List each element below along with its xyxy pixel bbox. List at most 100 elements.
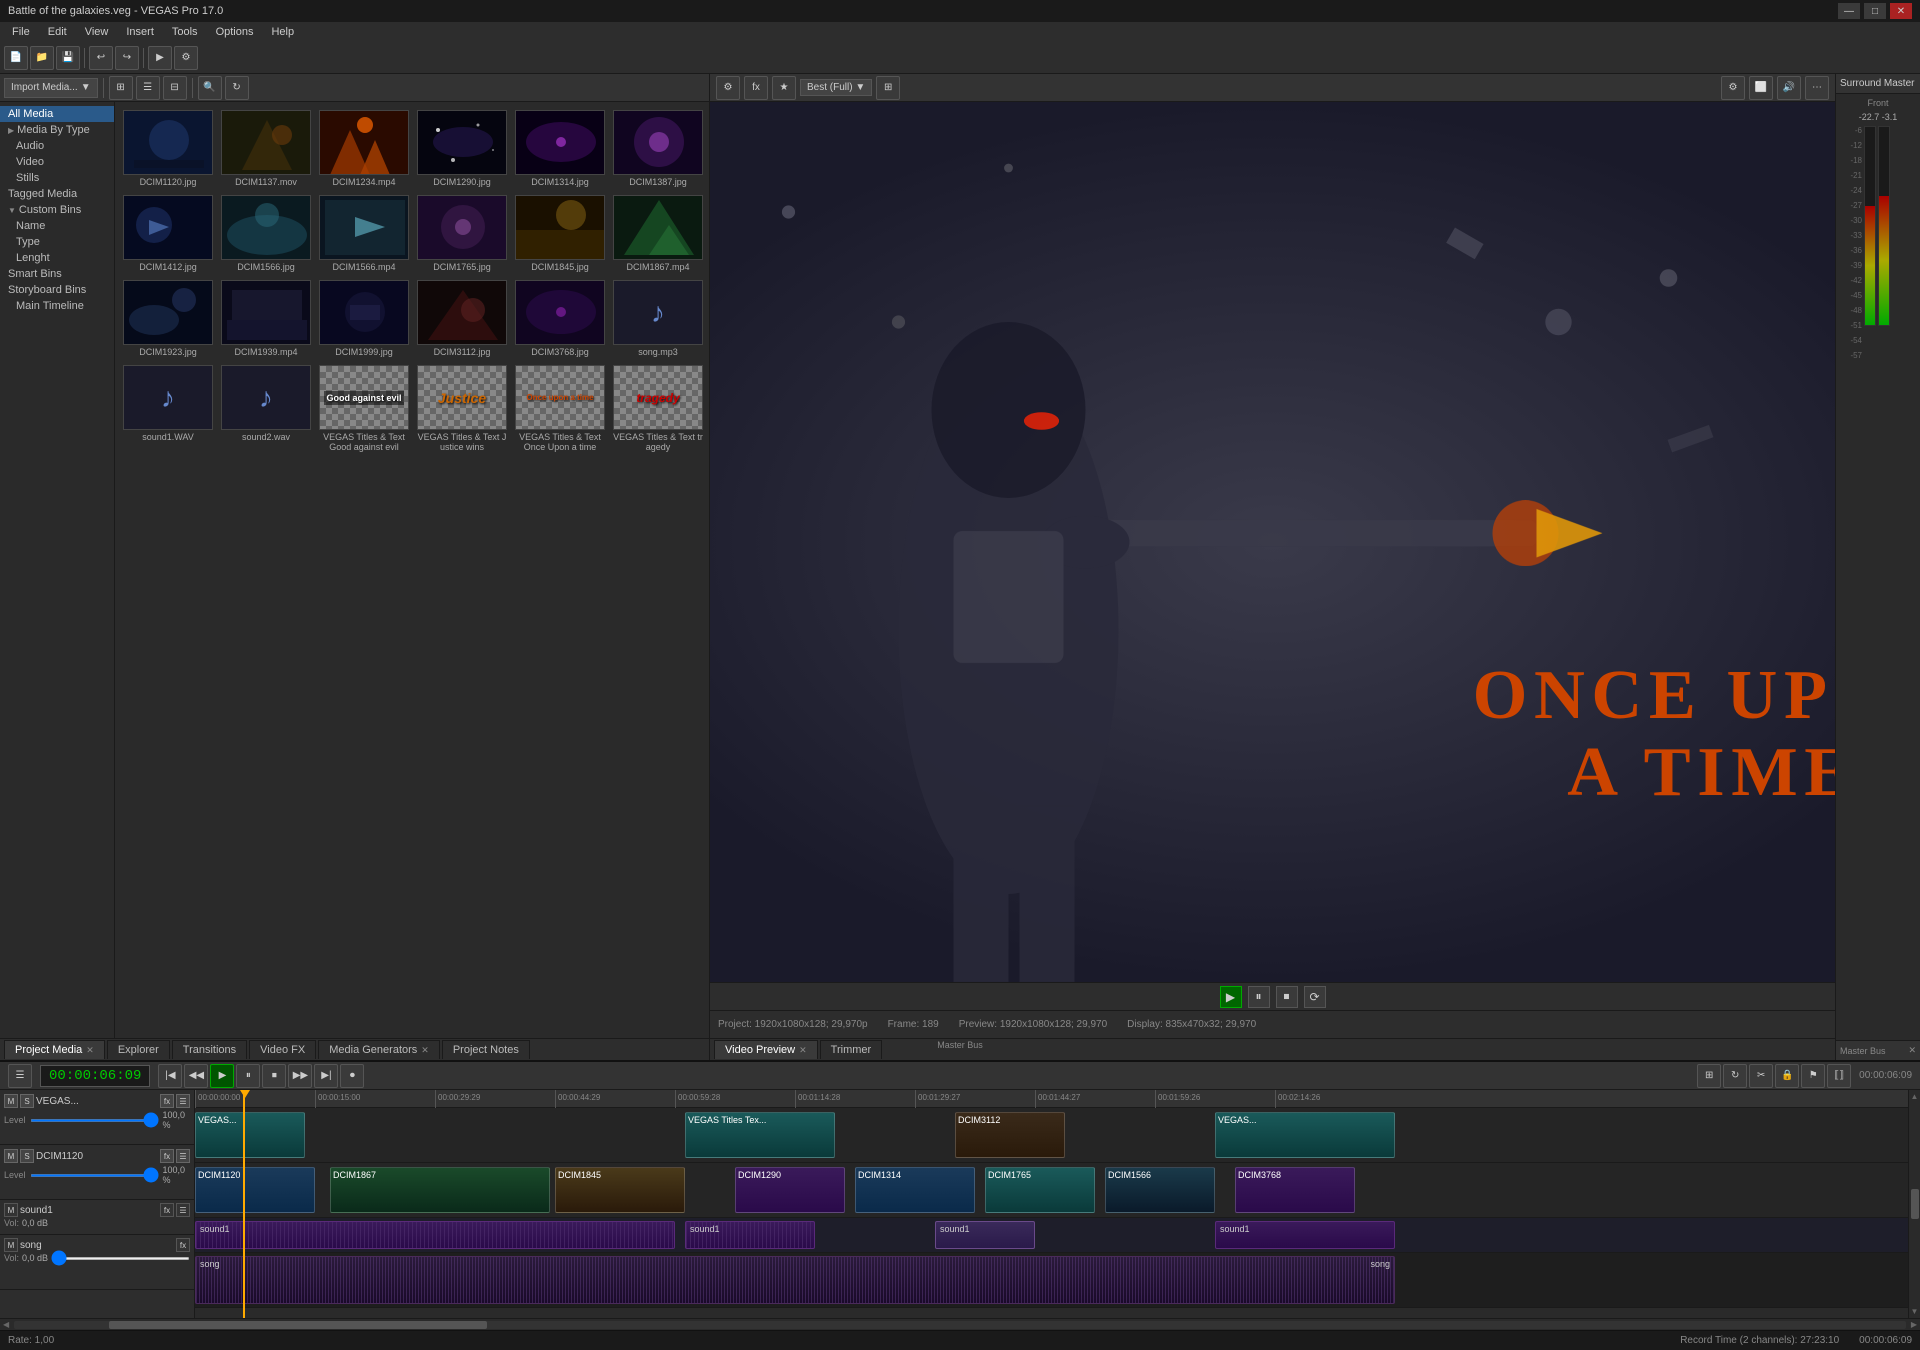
tree-stills[interactable]: Stills [0,170,114,186]
track2-level-slider[interactable] [30,1174,159,1177]
track1-level-slider[interactable] [30,1119,159,1122]
media-item-dcim1412[interactable]: DCIM1412.jpg [123,195,213,272]
tree-tagged-media[interactable]: Tagged Media [0,186,114,202]
menu-options[interactable]: Options [208,24,262,40]
audio1-settings-btn[interactable]: ☰ [176,1203,190,1217]
audio-clip1[interactable]: sound1 [195,1221,675,1249]
hscroll-thumb[interactable] [109,1321,487,1329]
tl-loop-btn[interactable]: ↻ [1723,1064,1747,1088]
media-item-dcim1867[interactable]: DCIM1867.mp4 [613,195,703,272]
tl-record-btn[interactable]: ⏺ [340,1064,364,1088]
preview-settings-btn2[interactable]: ⚙ [1721,76,1745,100]
scroll-down-btn[interactable]: ▼ [1911,1307,1919,1316]
tl-fwd-btn[interactable]: ▶▶ [288,1064,312,1088]
tree-name[interactable]: Name [0,218,114,234]
timeline-scrollbar-v[interactable]: ▲ ▼ [1908,1090,1920,1318]
audio1-mute-btn[interactable]: M [4,1203,18,1217]
clip-dcim3112[interactable]: DCIM3112 [955,1112,1065,1158]
tl-region-btn[interactable]: ⟦⟧ [1827,1064,1851,1088]
import-media-button[interactable]: Import Media... ▼ [4,78,98,98]
render-button[interactable]: ▶ [148,46,172,70]
clip-dcim1845[interactable]: DCIM1845 [555,1167,685,1213]
audio-clip3[interactable]: sound1 [935,1221,1035,1249]
track2-mute-btn[interactable]: M [4,1149,18,1163]
media-item-dcim1845[interactable]: DCIM1845.jpg [515,195,605,272]
media-item-dcim1566[interactable]: DCIM1566.jpg [221,195,311,272]
media-item-title-good[interactable]: Good against evil VEGAS Titles & Text Go… [319,365,409,452]
media-view-btn3[interactable]: ⊟ [163,76,187,100]
audio2-vol-slider[interactable] [51,1257,190,1260]
clip-dcim1765[interactable]: DCIM1765 [985,1167,1095,1213]
song-clip[interactable]: song song [195,1256,1395,1304]
audio1-fx-btn[interactable]: fx [160,1203,174,1217]
media-item-dcim1234[interactable]: DCIM1234.mp4 [319,110,409,187]
tree-media-by-type[interactable]: ▶ Media By Type [0,122,114,138]
preview-more-btn[interactable]: ⋯ [1805,76,1829,100]
timeline-scrollbar-h[interactable]: ◀ ▶ [0,1318,1920,1330]
save-button[interactable]: 💾 [56,46,80,70]
audio2-mute-btn[interactable]: M [4,1238,18,1252]
scroll-up-btn[interactable]: ▲ [1911,1092,1919,1101]
tree-main-timeline[interactable]: Main Timeline [0,298,114,314]
tl-razor-btn[interactable]: ✂ [1749,1064,1773,1088]
minimize-button[interactable]: — [1838,3,1860,19]
clip-vegas1[interactable]: VEGAS... [195,1112,305,1158]
clip-dcim1290[interactable]: DCIM1290 [735,1167,845,1213]
audio-clip4[interactable]: sound1 [1215,1221,1395,1249]
track2-solo-btn[interactable]: S [20,1149,34,1163]
scroll-thumb[interactable] [1911,1189,1919,1219]
timeline-tracks[interactable]: 00:00:00:00 00:00:15:00 00:00:29:29 00:0… [195,1090,1908,1318]
tl-back-btn[interactable]: ◀◀ [184,1064,208,1088]
media-item-dcim1923[interactable]: DCIM1923.jpg [123,280,213,357]
menu-tools[interactable]: Tools [164,24,206,40]
tl-lock-btn[interactable]: 🔒 [1775,1064,1799,1088]
preview-settings-btn[interactable]: ⚙ [716,76,740,100]
tree-lenght[interactable]: Lenght [0,250,114,266]
tree-video[interactable]: Video [0,154,114,170]
preview-fx-btn[interactable]: fx [744,76,768,100]
media-item-title-tragedy[interactable]: tragedy VEGAS Titles & Text tragedy [613,365,703,452]
track1-solo-btn[interactable]: S [20,1094,34,1108]
tree-audio[interactable]: Audio [0,138,114,154]
timeline-btn1[interactable]: ☰ [8,1064,32,1088]
menu-file[interactable]: File [4,24,38,40]
clip-dcim1314[interactable]: DCIM1314 [855,1167,975,1213]
clip-dcim1120[interactable]: DCIM1120 [195,1167,315,1213]
quality-selector[interactable]: Best (Full) ▼ [800,79,872,96]
tree-type[interactable]: Type [0,234,114,250]
preview-audio-btn[interactable]: 🔊 [1777,76,1801,100]
timeline-timecode[interactable]: 00:00:06:09 [40,1065,150,1087]
scroll-right-btn[interactable]: ▶ [1908,1320,1920,1329]
stop-button[interactable]: ⏹ [1276,986,1298,1008]
tl-play-btn[interactable]: ▶ [210,1064,234,1088]
track1-mute-btn[interactable]: M [4,1094,18,1108]
media-item-dcim1314[interactable]: DCIM1314.jpg [515,110,605,187]
track1-settings-btn[interactable]: ☰ [176,1094,190,1108]
preview-external-btn[interactable]: ⬜ [1749,76,1773,100]
window-controls[interactable]: — □ ✕ [1838,3,1912,19]
media-item-dcim1137[interactable]: DCIM1137.mov [221,110,311,187]
media-item-title-justice[interactable]: Justice VEGAS Titles & Text Justice wins [417,365,507,452]
media-view-btn1[interactable]: ⊞ [109,76,133,100]
scroll-left-btn[interactable]: ◀ [0,1320,12,1329]
new-button[interactable]: 📄 [4,46,28,70]
redo-button[interactable]: ↪ [115,46,139,70]
menu-help[interactable]: Help [263,24,302,40]
media-item-dcim1999[interactable]: DCIM1999.jpg [319,280,409,357]
media-item-dcim1765[interactable]: DCIM1765.jpg [417,195,507,272]
media-item-dcim1387[interactable]: DCIM1387.jpg [613,110,703,187]
track1-fx-btn[interactable]: fx [160,1094,174,1108]
clip-vegas-end[interactable]: VEGAS... [1215,1112,1395,1158]
menu-edit[interactable]: Edit [40,24,75,40]
clip-vegas-titles[interactable]: VEGAS Titles Tex... [685,1112,835,1158]
media-item-dcim3768[interactable]: DCIM3768.jpg [515,280,605,357]
play-button[interactable]: ▶ [1220,986,1242,1008]
media-item-sound2[interactable]: ♪ sound2.wav [221,365,311,452]
undo-button[interactable]: ↩ [89,46,113,70]
menu-insert[interactable]: Insert [118,24,162,40]
tl-prev-btn[interactable]: |◀ [158,1064,182,1088]
media-item-song[interactable]: ♪ song.mp3 [613,280,703,357]
tree-smart-bins[interactable]: Smart Bins [0,266,114,282]
tl-pause-btn[interactable]: ⏸ [236,1064,260,1088]
open-button[interactable]: 📁 [30,46,54,70]
